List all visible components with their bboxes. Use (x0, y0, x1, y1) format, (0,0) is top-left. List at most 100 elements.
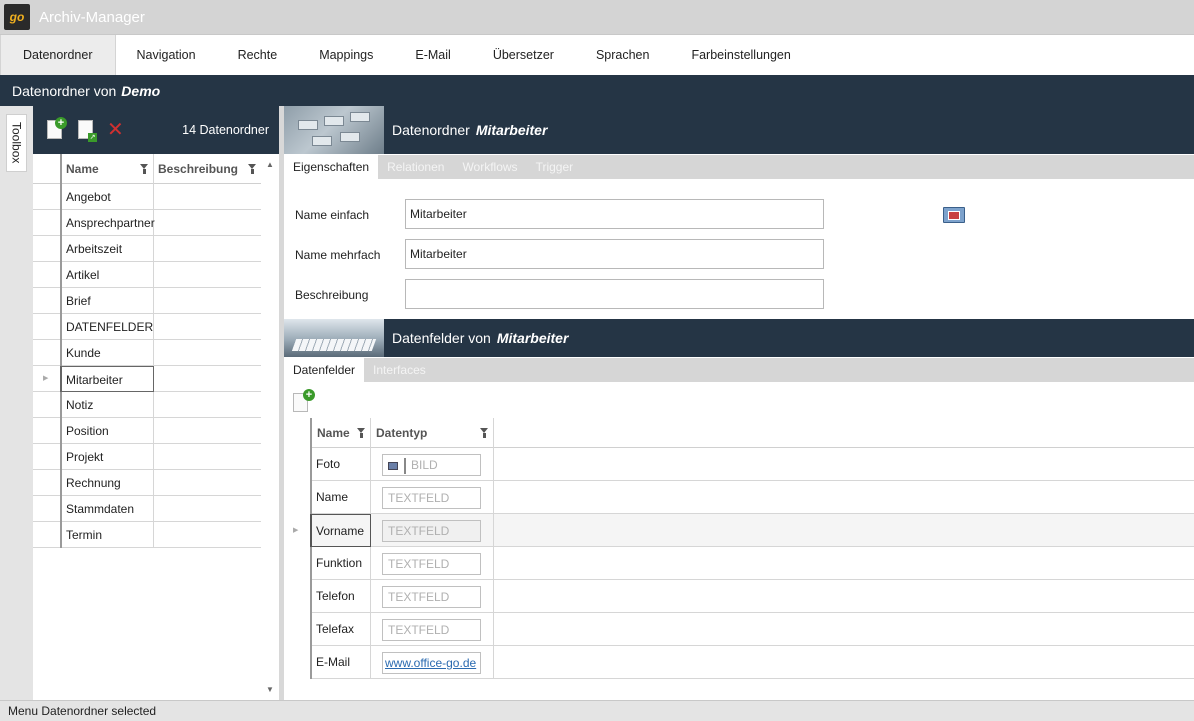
field-name-cell[interactable]: Telefon (310, 580, 371, 613)
folder-name-cell[interactable]: Projekt (60, 444, 154, 470)
folder-name-cell[interactable]: Arbeitszeit (60, 236, 154, 262)
folder-description-cell[interactable] (154, 522, 261, 548)
tab-interfaces[interactable]: Interfaces (364, 358, 435, 382)
field-name-cell[interactable]: Funktion (310, 547, 371, 580)
field-row[interactable]: E-Mail www.office-go.de (310, 646, 1194, 679)
folder-name-cell[interactable]: Notiz (60, 392, 154, 418)
menu-item-datenordner[interactable]: Datenordner (0, 35, 116, 75)
menu-item-mappings[interactable]: Mappings (298, 35, 394, 75)
folder-row[interactable]: Kunde (33, 340, 261, 366)
field-row[interactable]: Name TEXTFELD (310, 481, 1194, 514)
tab-workflows[interactable]: Workflows (453, 155, 526, 179)
field-name-cell[interactable]: Name (310, 481, 371, 514)
delete-icon[interactable]: ✕ (107, 117, 129, 143)
folder-name-cell[interactable]: Artikel (60, 262, 154, 288)
filter-icon[interactable] (480, 428, 489, 438)
field-name-cell[interactable]: Vorname (310, 514, 371, 547)
field-type-cell[interactable]: TEXTFELD (371, 514, 494, 547)
field-type-cell[interactable]: BILD (371, 448, 494, 481)
folder-row[interactable]: Projekt (33, 444, 261, 470)
folder-row[interactable]: Artikel (33, 262, 261, 288)
menu-item-navigation[interactable]: Navigation (116, 35, 217, 75)
folder-description-cell[interactable] (154, 496, 261, 522)
column-header-field-name[interactable]: Name (310, 418, 371, 448)
scroll-down-icon[interactable]: ▼ (266, 685, 274, 694)
folder-row[interactable]: ▶ Mitarbeiter (33, 366, 261, 392)
folder-description-cell[interactable] (154, 314, 261, 340)
menu-item-sprachen[interactable]: Sprachen (575, 35, 671, 75)
field-row[interactable]: Foto BILD (310, 448, 1194, 481)
folder-name-cell[interactable]: Kunde (60, 340, 154, 366)
folder-description-cell[interactable] (154, 262, 261, 288)
folder-row[interactable]: Notiz (33, 392, 261, 418)
folder-description-cell[interactable] (154, 470, 261, 496)
folder-name-cell[interactable]: Rechnung (60, 470, 154, 496)
folder-description-cell[interactable] (154, 392, 261, 418)
folder-description-cell[interactable] (154, 210, 261, 236)
folder-description-cell[interactable] (154, 340, 261, 366)
folder-row[interactable]: Rechnung (33, 470, 261, 496)
folder-row[interactable]: Termin (33, 522, 261, 548)
name-single-input[interactable] (405, 199, 824, 229)
field-row[interactable]: Telefon TEXTFELD (310, 580, 1194, 613)
folder-row[interactable]: Stammdaten (33, 496, 261, 522)
folder-row[interactable]: Ansprechpartner (33, 210, 261, 236)
datatype-field[interactable]: BILD (382, 454, 481, 476)
folder-name-cell[interactable]: Brief (60, 288, 154, 314)
field-row[interactable]: ▶ Vorname TEXTFELD (293, 514, 1194, 547)
tab-relationen[interactable]: Relationen (378, 155, 453, 179)
field-type-cell[interactable]: TEXTFELD (371, 580, 494, 613)
column-header-datatype[interactable]: Datentyp (371, 418, 494, 448)
scroll-up-icon[interactable]: ▲ (266, 160, 274, 169)
folder-name-cell[interactable]: Angebot (60, 184, 154, 210)
folder-description-cell[interactable] (154, 236, 261, 262)
field-type-cell[interactable]: TEXTFELD (371, 547, 494, 580)
datatype-field[interactable]: TEXTFELD (382, 586, 481, 608)
folder-name-cell[interactable]: DATENFELDER (60, 314, 154, 340)
menu-item-e-mail[interactable]: E-Mail (394, 35, 471, 75)
folder-name-cell[interactable]: Ansprechpartner (60, 210, 155, 236)
datatype-field[interactable]: TEXTFELD (382, 487, 481, 509)
edit-folder-icon[interactable]: ↗ (76, 117, 98, 143)
tab-trigger[interactable]: Trigger (527, 155, 583, 179)
menu-item--bersetzer[interactable]: Übersetzer (472, 35, 575, 75)
folder-description-cell[interactable] (154, 418, 261, 444)
field-type-cell[interactable]: TEXTFELD (371, 481, 494, 514)
folder-description-cell[interactable] (154, 366, 261, 392)
folder-description-cell[interactable] (154, 444, 261, 470)
tab-eigenschaften[interactable]: Eigenschaften (284, 155, 379, 179)
description-input[interactable] (405, 279, 824, 309)
folder-name-cell[interactable]: Mitarbeiter (60, 366, 154, 392)
field-name-cell[interactable]: Telefax (310, 613, 371, 646)
field-type-cell[interactable]: TEXTFELD (371, 613, 494, 646)
new-folder-icon[interactable]: + (45, 117, 67, 143)
datatype-field[interactable]: TEXTFELD (382, 520, 481, 542)
datatype-link[interactable]: www.office-go.de (382, 652, 481, 674)
folder-row[interactable]: Position (33, 418, 261, 444)
folder-row[interactable]: Brief (33, 288, 261, 314)
folder-description-cell[interactable] (154, 288, 261, 314)
folder-name-cell[interactable]: Position (60, 418, 154, 444)
field-row[interactable]: Funktion TEXTFELD (310, 547, 1194, 580)
menu-item-farbeinstellungen[interactable]: Farbeinstellungen (670, 35, 811, 75)
column-header-name[interactable]: Name (60, 154, 154, 184)
add-field-icon[interactable]: + (293, 388, 317, 412)
field-name-cell[interactable]: Foto (310, 448, 371, 481)
folder-description-cell[interactable] (154, 184, 261, 210)
datatype-field[interactable]: TEXTFELD (382, 619, 481, 641)
menu-item-rechte[interactable]: Rechte (217, 35, 299, 75)
toolbox-tab[interactable]: Toolbox (6, 114, 27, 172)
folder-name-cell[interactable]: Termin (60, 522, 154, 548)
tab-datenfelder[interactable]: Datenfelder (284, 358, 365, 382)
vertical-scrollbar[interactable]: ▲ ▼ (261, 154, 279, 700)
name-plural-input[interactable] (405, 239, 824, 269)
folder-row[interactable]: Arbeitszeit (33, 236, 261, 262)
folder-name-cell[interactable]: Stammdaten (60, 496, 154, 522)
field-name-cell[interactable]: E-Mail (310, 646, 371, 679)
folder-row[interactable]: DATENFELDER (33, 314, 261, 340)
filter-icon[interactable] (357, 428, 366, 438)
field-type-cell[interactable]: www.office-go.de (371, 646, 494, 679)
datatype-field[interactable]: TEXTFELD (382, 553, 481, 575)
field-row[interactable]: Telefax TEXTFELD (310, 613, 1194, 646)
column-header-description[interactable]: Beschreibung (154, 154, 261, 184)
